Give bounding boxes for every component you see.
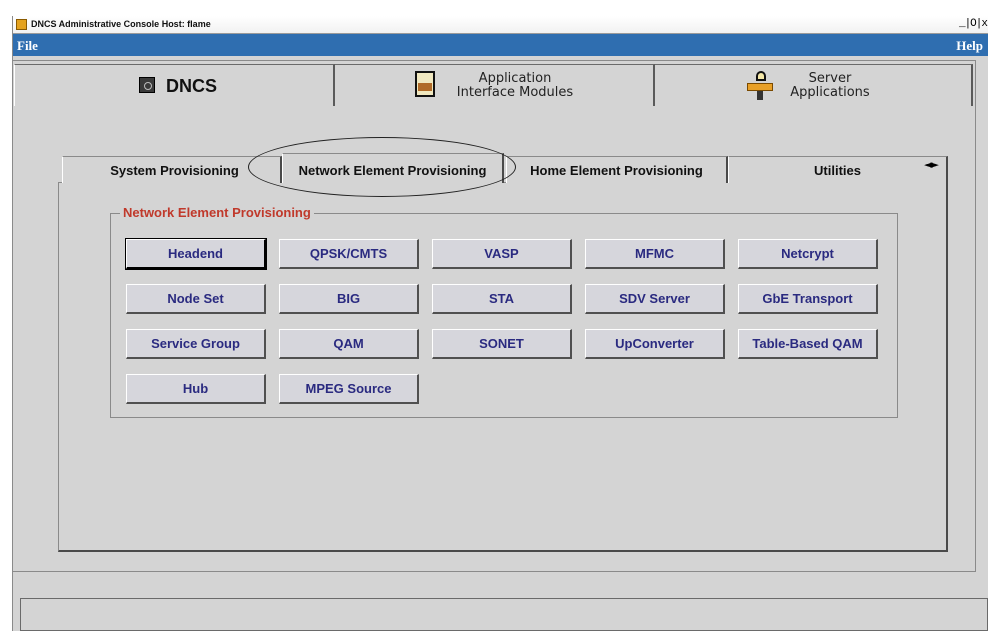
tab-home-element-provisioning[interactable]: Home Element Provisioning	[506, 156, 728, 183]
service-group-button[interactable]: Service Group	[126, 329, 266, 359]
big-button[interactable]: BIG	[279, 284, 419, 314]
tab-system-provisioning[interactable]: System Provisioning	[62, 156, 282, 183]
tab-scroll-arrows-icon[interactable]: ◄►	[924, 158, 939, 171]
table-based-qam-button[interactable]: Table-Based QAM	[738, 329, 878, 359]
mpeg-source-button[interactable]: MPEG Source	[279, 374, 419, 404]
sdv-server-button[interactable]: SDV Server	[585, 284, 725, 314]
headend-button[interactable]: Headend	[125, 238, 267, 270]
sonet-button[interactable]: SONET	[432, 329, 572, 359]
tab-aim-label: Application Interface Modules	[456, 71, 574, 100]
dncs-icon	[139, 77, 155, 93]
status-bar	[20, 598, 988, 631]
window-title: DNCS Administrative Console Host: flame	[31, 19, 211, 29]
vasp-button[interactable]: VASP	[432, 239, 572, 269]
tab-application-interface-modules[interactable]: Application Interface Modules	[335, 64, 655, 106]
title-bar: DNCS Administrative Console Host: flame …	[13, 16, 988, 34]
window-controls[interactable]: _|O|x	[959, 18, 988, 30]
qpsk-cmts-button[interactable]: QPSK/CMTS	[279, 239, 419, 269]
tab-server-label: Server Applications	[790, 71, 870, 100]
tab-server-applications[interactable]: Server Applications	[655, 64, 973, 106]
qam-button[interactable]: QAM	[279, 329, 419, 359]
menu-file[interactable]: File	[17, 38, 38, 54]
node-set-button[interactable]: Node Set	[126, 284, 266, 314]
gbe-transport-button[interactable]: GbE Transport	[738, 284, 878, 314]
mfmc-button[interactable]: MFMC	[585, 239, 725, 269]
menu-help[interactable]: Help	[956, 38, 983, 54]
sta-button[interactable]: STA	[432, 284, 572, 314]
menu-bar: File Help	[13, 34, 988, 56]
upconverter-button[interactable]: UpConverter	[585, 329, 725, 359]
tab-utilities[interactable]: Utilities	[728, 156, 948, 183]
tab-dncs[interactable]: DNCS	[14, 64, 335, 106]
tab-dncs-label: DNCS	[166, 76, 218, 96]
netcrypt-button[interactable]: Netcrypt	[738, 239, 878, 269]
group-title: Network Element Provisioning	[120, 205, 314, 220]
app-icon	[16, 19, 27, 30]
tab-network-element-provisioning[interactable]: Network Element Provisioning	[282, 153, 504, 183]
application-module-icon	[415, 71, 435, 97]
hub-button[interactable]: Hub	[126, 374, 266, 404]
